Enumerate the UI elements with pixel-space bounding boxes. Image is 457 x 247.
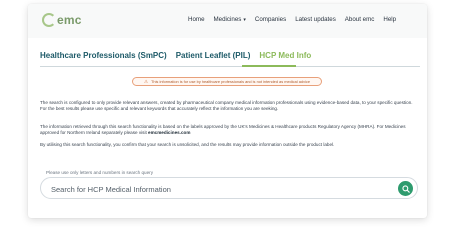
active-tab-indicator bbox=[242, 65, 296, 67]
page-card: emc Home Medicines ▾ Companies Latest up… bbox=[28, 4, 427, 218]
emcmedicines-link[interactable]: emcmedicines.com bbox=[148, 130, 190, 135]
search-icon bbox=[401, 184, 410, 193]
tab-pil[interactable]: Patient Leaflet (PIL) bbox=[176, 51, 251, 60]
mhra-paragraph: The information retrieved through this s… bbox=[40, 124, 414, 136]
nav-medicines[interactable]: Medicines ▾ bbox=[214, 16, 246, 23]
nav-about-emc[interactable]: About emc bbox=[345, 16, 375, 23]
emc-logo[interactable]: emc bbox=[42, 13, 82, 27]
tabs-divider bbox=[40, 66, 420, 67]
tab-smpc[interactable]: Healthcare Professionals (SmPC) bbox=[40, 51, 167, 60]
search-input[interactable] bbox=[49, 179, 383, 199]
nav-medicines-label: Medicines bbox=[213, 16, 242, 23]
nav-home[interactable]: Home bbox=[188, 16, 205, 23]
logo-text: emc bbox=[57, 13, 82, 27]
nav-latest-updates[interactable]: Latest updates bbox=[295, 16, 336, 23]
notice-text: This information is for use by healthcar… bbox=[151, 79, 310, 84]
chevron-down-icon: ▾ bbox=[243, 16, 246, 23]
main-nav: Home Medicines ▾ Companies Latest update… bbox=[188, 16, 396, 23]
disclaimer-paragraph: By utilising this search functionality, … bbox=[40, 142, 335, 147]
warning-icon: ⚠ bbox=[143, 78, 149, 84]
search-bar bbox=[40, 177, 418, 199]
top-navigation-bar: emc Home Medicines ▾ Companies Latest up… bbox=[28, 4, 427, 38]
intro-paragraph: The search is configured to only provide… bbox=[40, 100, 413, 111]
document-tabs: Healthcare Professionals (SmPC) Patient … bbox=[40, 51, 311, 60]
mhra-text: The information retrieved through this s… bbox=[40, 124, 406, 135]
hcp-notice-banner: ⚠ This information is for use by healthc… bbox=[132, 77, 322, 86]
emc-logo-icon bbox=[42, 13, 56, 27]
nav-help[interactable]: Help bbox=[383, 16, 396, 23]
tab-hcp-med-info[interactable]: HCP Med Info bbox=[259, 51, 311, 60]
search-hint: Please use only letters and numbers in s… bbox=[46, 170, 153, 175]
nav-companies[interactable]: Companies bbox=[255, 16, 286, 23]
search-button[interactable] bbox=[398, 181, 413, 196]
